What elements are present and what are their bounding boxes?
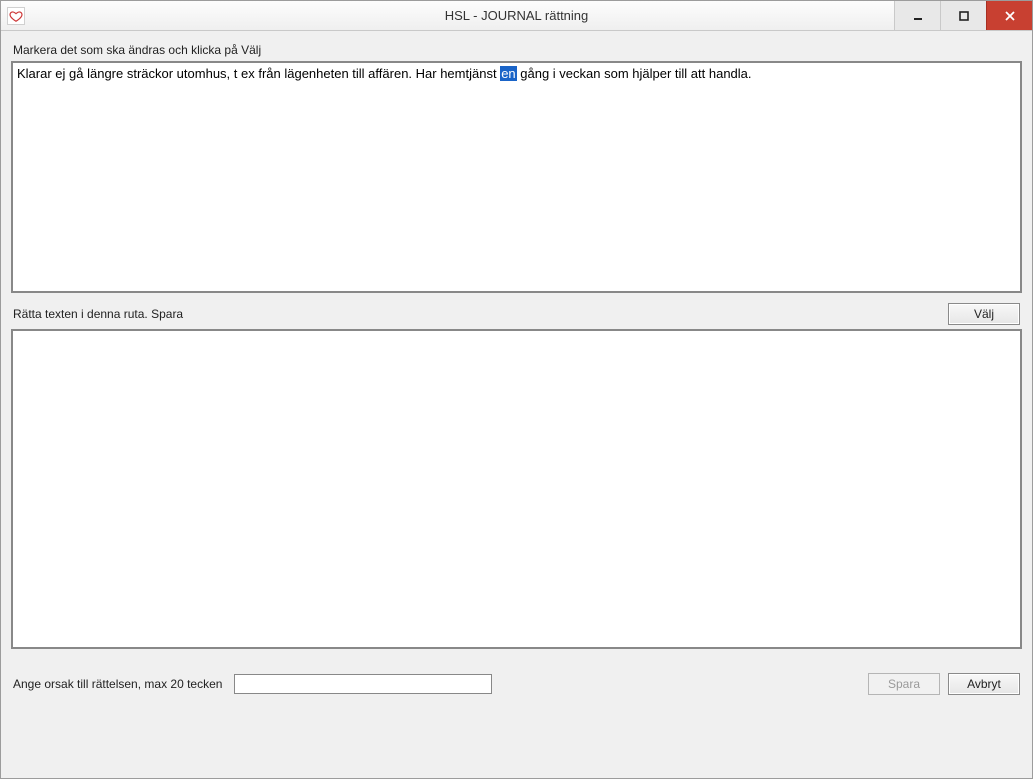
reason-label: Ange orsak till rättelsen, max 20 tecken: [13, 677, 222, 691]
minimize-button[interactable]: [894, 1, 940, 30]
maximize-button[interactable]: [940, 1, 986, 30]
save-button[interactable]: Spara: [868, 673, 940, 695]
source-section-label: Markera det som ska ändras och klicka på…: [13, 43, 1020, 57]
edit-text-box[interactable]: [11, 329, 1022, 649]
app-heart-icon: [7, 7, 25, 25]
select-button[interactable]: Välj: [948, 303, 1020, 325]
window-controls: [894, 1, 1032, 30]
cancel-button[interactable]: Avbryt: [948, 673, 1020, 695]
source-text-before: Klarar ej gå längre sträckor utomhus, t …: [17, 66, 500, 81]
source-text-selection: en: [500, 66, 516, 81]
close-button[interactable]: [986, 1, 1032, 30]
app-window: HSL - JOURNAL rättning Markera det som s…: [0, 0, 1033, 779]
titlebar: HSL - JOURNAL rättning: [1, 1, 1032, 31]
source-text-box[interactable]: Klarar ej gå längre sträckor utomhus, t …: [11, 61, 1022, 293]
window-title: HSL - JOURNAL rättning: [1, 8, 1032, 23]
reason-input[interactable]: [234, 674, 492, 694]
source-text-after: gång i veckan som hjälper till att handl…: [517, 66, 752, 81]
edit-section-label: Rätta texten i denna ruta. Spara: [13, 307, 183, 321]
client-area: Markera det som ska ändras och klicka på…: [1, 31, 1032, 778]
